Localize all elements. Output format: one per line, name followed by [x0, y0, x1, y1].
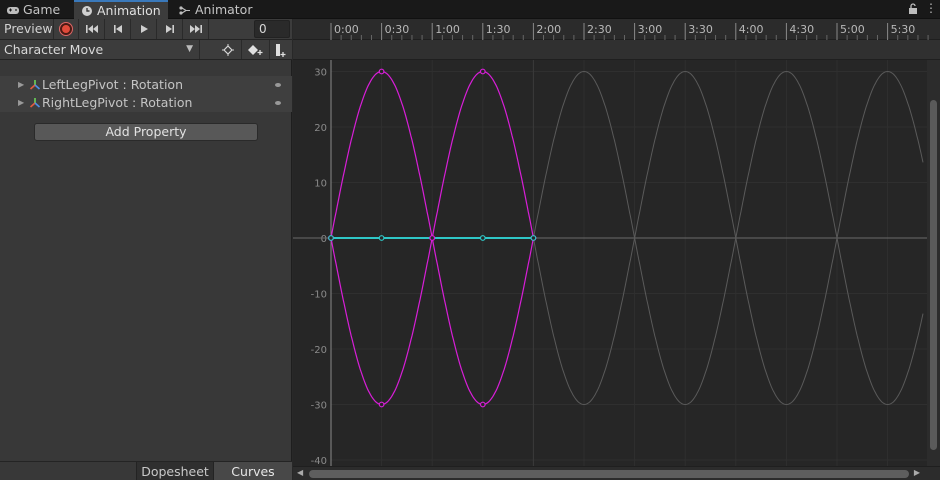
timeline-label: 5:30 — [891, 23, 916, 36]
add-event-button[interactable] — [266, 40, 294, 59]
y-axis-label: -30 — [311, 401, 327, 412]
y-axis-label: 10 — [314, 179, 327, 190]
timeline-ticks: 0:00 0:30 1:00 1:30 2:00 2:30 3:00 3:30 4:00 4:30… — [330, 23, 929, 40]
transform-axes-icon — [29, 80, 41, 90]
clip-row: Character Move ▼ — [0, 40, 292, 60]
property-label: LeftLegPivot : Rotation — [42, 77, 184, 92]
animator-graph-icon — [179, 6, 190, 15]
timeline-label: 3:30 — [688, 23, 713, 36]
scrollbar-thumb[interactable] — [930, 100, 937, 450]
events-row[interactable] — [293, 40, 940, 60]
timeline-label: 1:30 — [486, 23, 511, 36]
previous-keyframe-icon — [114, 25, 122, 33]
view-mode-tabs: Dopesheet Curves — [0, 461, 292, 480]
next-keyframe-icon — [166, 25, 174, 33]
frame-input[interactable]: 0 — [254, 20, 290, 38]
y-axis-label: -40 — [311, 456, 327, 466]
keyframe-point — [328, 235, 334, 241]
last-keyframe-icon — [190, 25, 202, 33]
timeline-label: 0:30 — [385, 23, 410, 36]
y-axis-label: -10 — [311, 290, 327, 301]
tab-curves[interactable]: Curves — [214, 462, 292, 480]
timeline-label: 2:00 — [536, 23, 561, 36]
playback-toolbar: Preview 0 — [0, 19, 292, 40]
add-property-button[interactable]: Add Property — [34, 123, 258, 141]
preview-button[interactable]: Preview — [0, 19, 54, 39]
vertical-scrollbar[interactable] — [927, 60, 940, 466]
last-keyframe-button[interactable] — [184, 19, 209, 39]
window-tab-bar: Game Animation Animator ⋮ — [0, 0, 940, 19]
visibility-icon[interactable] — [275, 83, 281, 87]
timeline-label: 5:00 — [840, 23, 865, 36]
first-keyframe-icon — [86, 25, 98, 33]
play-icon — [141, 25, 148, 33]
tab-game[interactable]: Game — [0, 0, 74, 19]
scrollbar-thumb[interactable] — [309, 470, 909, 478]
record-button[interactable] — [54, 19, 79, 39]
lock-icon[interactable] — [906, 2, 920, 16]
next-keyframe-button[interactable] — [158, 19, 183, 39]
timeline-label: 1:00 — [435, 23, 460, 36]
clip-dropdown[interactable]: Character Move ▼ — [0, 40, 200, 59]
property-row-left-leg[interactable]: ▶ LeftLegPivot : Rotation — [0, 76, 292, 94]
add-event-icon — [276, 43, 286, 57]
visibility-icon[interactable] — [275, 101, 281, 105]
transform-axes-icon — [29, 98, 41, 108]
chevron-down-icon: ▼ — [186, 44, 193, 54]
property-row-right-leg[interactable]: ▶ RightLegPivot : Rotation — [0, 94, 292, 112]
keyframe-point — [429, 235, 436, 241]
add-keyframe-icon — [247, 44, 262, 55]
timeline-label: 0:00 — [334, 23, 359, 36]
scroll-right-icon[interactable]: ▶ — [914, 468, 920, 477]
clip-dropdown-value: Character Move — [4, 42, 104, 57]
y-axis-label: -20 — [311, 345, 327, 356]
property-label: RightLegPivot : Rotation — [42, 95, 193, 110]
tab-game-label: Game — [23, 2, 61, 17]
expand-arrow-icon[interactable]: ▶ — [18, 94, 24, 112]
y-axis-label: 0 — [321, 234, 327, 245]
first-keyframe-button[interactable] — [80, 19, 105, 39]
keyframe-point — [479, 401, 486, 408]
window-menu-icon[interactable]: ⋮ — [925, 0, 937, 18]
y-axis-label: 20 — [314, 123, 327, 134]
keyframe-point — [378, 401, 385, 408]
property-panel: Preview 0 Character Move ▼ ▶ LeftLegPivo… — [0, 19, 292, 480]
keyframe-point — [479, 68, 486, 75]
filter-keyframes-button[interactable] — [214, 40, 242, 59]
tab-dopesheet[interactable]: Dopesheet — [136, 462, 214, 480]
keyframe-point — [378, 235, 385, 241]
play-button[interactable] — [132, 19, 157, 39]
timeline-label: 3:00 — [638, 23, 663, 36]
horizontal-scrollbar[interactable]: ◀ ▶ — [293, 466, 940, 480]
record-icon — [60, 23, 72, 35]
tab-animation-label: Animation — [97, 3, 161, 18]
curve-graph: 30 20 10 0 -10 -20 -30 -40 — [293, 60, 939, 467]
curve-editor[interactable]: 30 20 10 0 -10 -20 -30 -40 — [293, 60, 939, 467]
keyframe-point — [378, 68, 385, 75]
scroll-left-icon[interactable]: ◀ — [297, 468, 303, 477]
timeline-label: 2:30 — [587, 23, 612, 36]
tab-animation[interactable]: Animation — [74, 0, 168, 19]
tab-animator-label: Animator — [195, 2, 253, 17]
gamepad-icon — [7, 7, 19, 14]
timeline-label: 4:30 — [789, 23, 814, 36]
keyframe-point — [530, 235, 537, 241]
timeline-label: 4:00 — [739, 23, 764, 36]
clock-icon — [82, 6, 92, 16]
keyframe-point — [479, 235, 486, 241]
previous-keyframe-button[interactable] — [106, 19, 131, 39]
y-axis-label: 30 — [314, 68, 327, 79]
tab-animator[interactable]: Animator — [172, 0, 262, 19]
expand-arrow-icon[interactable]: ▶ — [18, 76, 24, 94]
filter-keyframes-icon — [221, 43, 234, 56]
timeline-ruler[interactable]: 0:00 0:30 1:00 1:30 2:00 2:30 3:00 3:30 4:00 4:30… — [293, 19, 940, 40]
